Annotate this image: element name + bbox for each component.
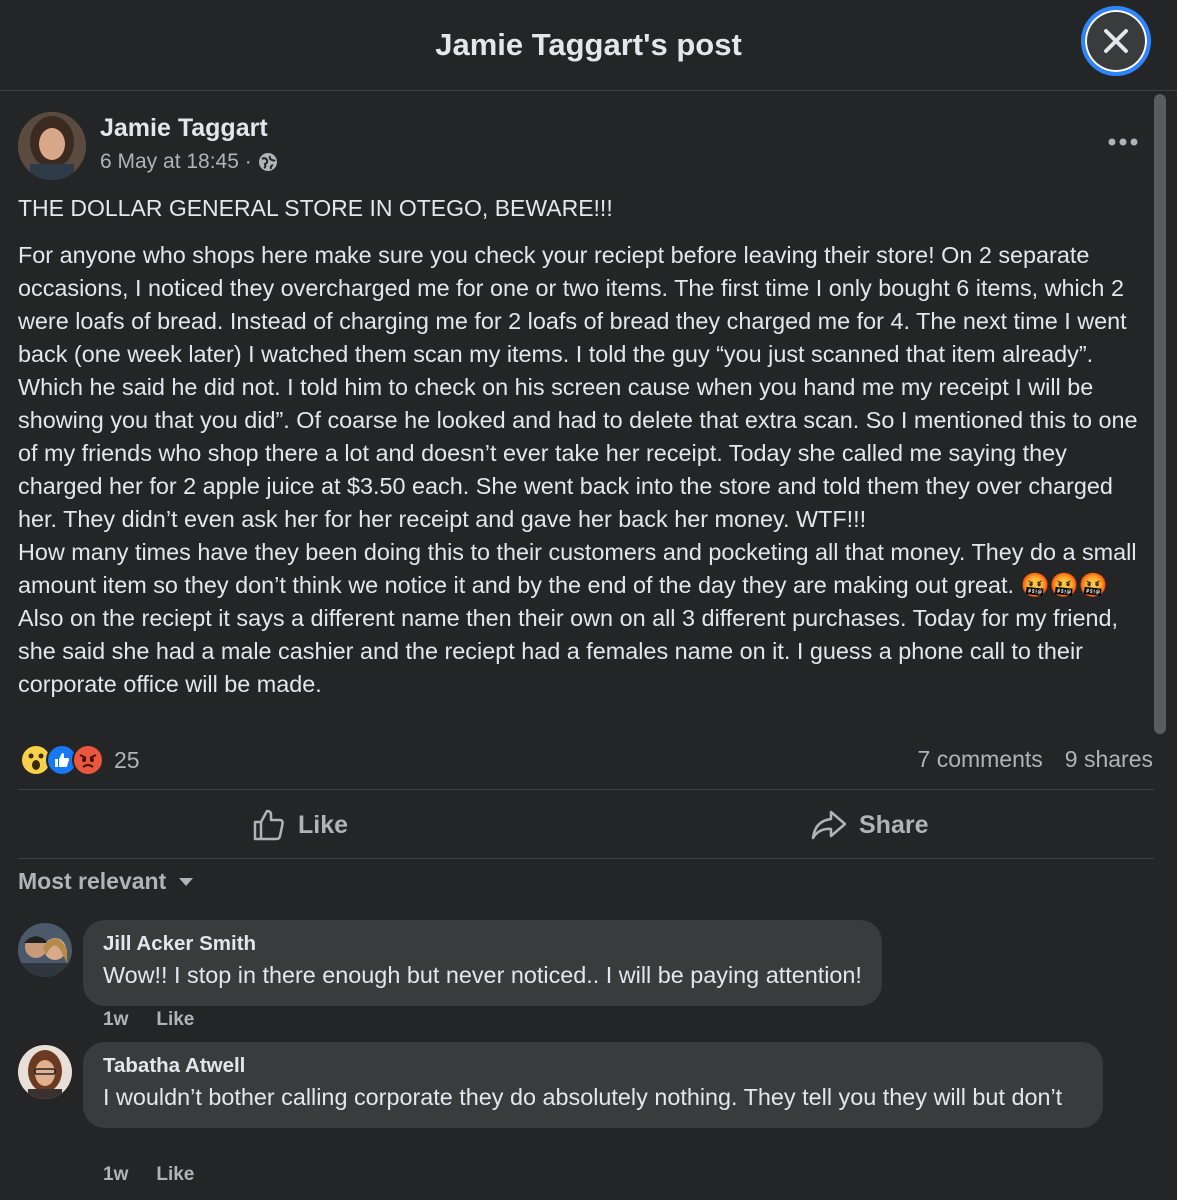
angry-reaction-icon: [72, 744, 104, 776]
divider: [18, 789, 1154, 790]
post-stats: 7 comments 9 shares: [918, 746, 1153, 773]
close-button[interactable]: [1081, 6, 1151, 76]
commenter-name[interactable]: Jill Acker Smith: [103, 932, 862, 956]
sort-label: Most relevant: [18, 868, 167, 894]
thumbs-up-icon: [253, 809, 284, 841]
share-button-label: Share: [859, 810, 929, 839]
reaction-count: 25: [114, 746, 140, 773]
comment-like-button[interactable]: Like: [156, 1009, 194, 1031]
post-timestamp[interactable]: 6 May at 18:45 ·: [100, 150, 278, 174]
author-name[interactable]: Jamie Taggart: [100, 114, 268, 143]
comment-sort-dropdown[interactable]: Most relevant: [18, 868, 194, 895]
globe-icon: [258, 153, 277, 171]
post-headline: THE DOLLAR GENERAL STORE IN OTEGO, BEWAR…: [18, 195, 613, 221]
commenter-avatar[interactable]: [18, 1045, 72, 1099]
dialog-header: Jamie Taggart's post: [0, 0, 1177, 91]
author-avatar[interactable]: [18, 112, 86, 180]
share-button[interactable]: Share: [811, 800, 928, 850]
caret-down-icon: [179, 877, 194, 886]
comment-text: I wouldn’t bother calling corporate they…: [103, 1084, 1063, 1110]
more-options-button[interactable]: [1105, 128, 1141, 156]
post-time-text: 6 May at 18:45 ·: [100, 150, 252, 173]
comment-age[interactable]: 1w: [103, 1009, 128, 1031]
divider: [18, 858, 1154, 859]
dialog-title: Jamie Taggart's post: [435, 27, 742, 62]
more-icon: [1108, 138, 1138, 146]
post-body: For anyone who shops here make sure you …: [18, 242, 1138, 697]
like-button[interactable]: Like: [252, 800, 348, 850]
scrollbar-thumb[interactable]: [1154, 94, 1166, 734]
comment-bubble: Tabatha Atwell I wouldn’t bother calling…: [83, 1042, 1103, 1128]
comment-meta: 1w Like: [103, 1164, 194, 1186]
comment-like-button[interactable]: Like: [156, 1164, 194, 1186]
comment-bubble: Jill Acker Smith Wow!! I stop in there e…: [83, 920, 882, 1006]
comments-count[interactable]: 7 comments: [918, 746, 1043, 773]
comment-text: Wow!! I stop in there enough but never n…: [103, 962, 862, 988]
commenter-avatar[interactable]: [18, 923, 72, 977]
comment-age[interactable]: 1w: [103, 1164, 128, 1186]
shares-count[interactable]: 9 shares: [1065, 746, 1153, 773]
reactions-summary[interactable]: 25: [20, 744, 140, 776]
share-arrow-icon: [811, 810, 847, 840]
like-button-label: Like: [298, 810, 349, 839]
commenter-name[interactable]: Tabatha Atwell: [103, 1054, 1083, 1078]
comment-meta: 1w Like: [103, 1009, 194, 1031]
close-icon: [1104, 29, 1128, 53]
